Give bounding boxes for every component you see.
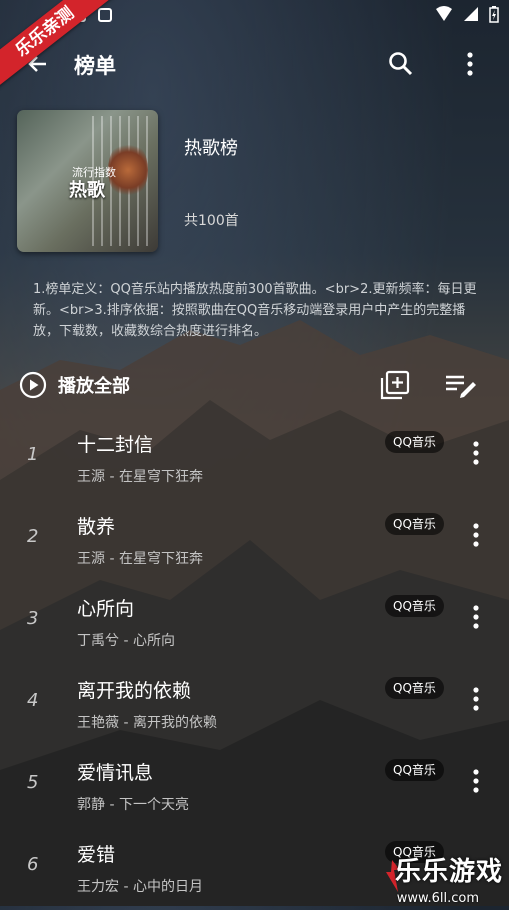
song-title: 心所向 (77, 598, 135, 620)
song-title: 爱错 (77, 844, 116, 866)
battery-icon (489, 6, 499, 23)
playlist-add-icon[interactable] (380, 370, 410, 400)
more-vertical-icon[interactable] (466, 440, 486, 466)
play-circle-icon (19, 371, 47, 399)
song-number: 1 (27, 444, 39, 465)
source-badge: QQ音乐 (385, 595, 444, 617)
more-vertical-icon[interactable] (466, 604, 486, 630)
playlist-edit-icon[interactable] (445, 372, 477, 398)
notification-icon (98, 8, 112, 22)
song-title: 爱情讯息 (77, 762, 154, 784)
song-title: 十二封信 (77, 434, 154, 456)
song-row[interactable]: 3 心所向 丁禹兮 - 心所向 QQ音乐 (0, 582, 509, 664)
watermark-url: www.6ll.com (396, 891, 479, 906)
play-all-button[interactable]: 播放全部 (19, 371, 130, 399)
song-number: 6 (27, 854, 39, 875)
song-number: 3 (27, 608, 39, 629)
source-badge: QQ音乐 (385, 431, 444, 453)
source-badge: QQ音乐 (385, 759, 444, 781)
song-artist: 王源 - 在星穹下狂奔 (77, 551, 203, 567)
song-artist: 郭静 - 下一个天亮 (77, 797, 189, 813)
source-badge: QQ音乐 (385, 677, 444, 699)
song-title: 散养 (77, 516, 116, 538)
song-artist: 丁禹兮 - 心所向 (77, 633, 175, 649)
song-number: 2 (27, 526, 39, 547)
song-artist: 王艳薇 - 离开我的依赖 (77, 715, 217, 731)
playlist-description: 1.榜单定义：QQ音乐站内播放热度前300首歌曲。<br>2.更新频率：每日更新… (33, 282, 477, 339)
page-title: 榜单 (74, 54, 116, 78)
cover-title: 热歌 (69, 180, 105, 201)
playlist-count: 共100首 (184, 213, 239, 229)
search-icon[interactable] (388, 51, 414, 77)
more-vertical-icon[interactable] (466, 768, 486, 794)
song-row[interactable]: 4 离开我的依赖 王艳薇 - 离开我的依赖 QQ音乐 (0, 664, 509, 746)
more-vertical-icon[interactable] (466, 522, 486, 548)
song-artist: 王力宏 - 心中的日月 (77, 879, 203, 895)
playlist-name: 热歌榜 (184, 138, 238, 159)
song-row[interactable]: 5 爱情讯息 郭静 - 下一个天亮 QQ音乐 (0, 746, 509, 828)
more-vertical-icon[interactable] (458, 51, 482, 77)
song-row[interactable]: 2 散养 王源 - 在星穹下狂奔 QQ音乐 (0, 500, 509, 582)
song-row[interactable]: 1 十二封信 王源 - 在星穹下狂奔 QQ音乐 (0, 418, 509, 500)
song-number: 4 (27, 690, 39, 711)
song-title: 离开我的依赖 (77, 680, 192, 702)
more-vertical-icon[interactable] (466, 686, 486, 712)
app-bar: 榜单 (0, 34, 509, 94)
playlist-cover: 流行指数 热歌 (17, 110, 158, 252)
song-number: 5 (27, 772, 39, 793)
wifi-icon (436, 6, 452, 21)
signal-icon (464, 7, 478, 21)
play-all-label: 播放全部 (58, 376, 130, 397)
watermark-brand: 乐乐游戏 (394, 857, 503, 887)
song-artist: 王源 - 在星穹下狂奔 (77, 469, 203, 485)
source-badge: QQ音乐 (385, 513, 444, 535)
